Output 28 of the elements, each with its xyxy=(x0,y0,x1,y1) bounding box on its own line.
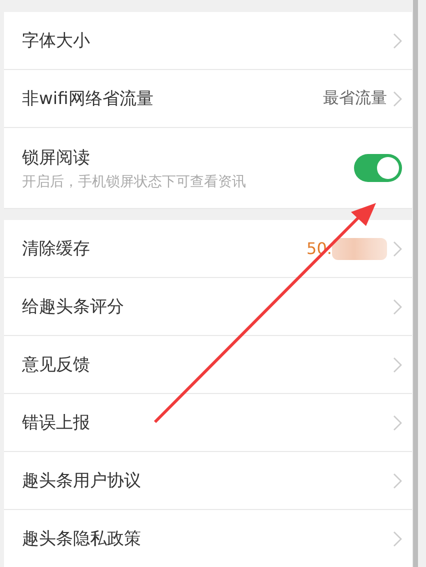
row-label: 趣头条隐私政策 xyxy=(22,528,142,550)
toggle-switch[interactable] xyxy=(354,154,402,182)
settings-row[interactable]: 错误上报 xyxy=(4,394,412,451)
row-label: 字体大小 xyxy=(22,30,91,52)
chevron-right-icon xyxy=(393,414,402,430)
row-label: 非wifi网络省流量 xyxy=(22,88,154,110)
chevron-right-icon xyxy=(393,530,402,546)
settings-row[interactable]: 意见反馈 xyxy=(4,336,412,393)
settings-row[interactable]: 字体大小 xyxy=(4,12,412,69)
chevron-right-icon xyxy=(393,240,402,256)
chevron-right-icon xyxy=(393,298,402,314)
row-label: 给趣头条评分 xyxy=(22,296,125,318)
row-label: 锁屏阅读 xyxy=(22,146,91,168)
settings-row[interactable]: 趣头条用户协议 xyxy=(4,452,412,509)
row-label: 意见反馈 xyxy=(22,354,91,376)
chevron-right-icon xyxy=(393,32,402,48)
settings-row[interactable]: 趣头条隐私政策 xyxy=(4,510,412,567)
row-value: 最省流量 xyxy=(323,88,387,109)
settings-row[interactable]: 给趣头条评分 xyxy=(4,278,412,335)
settings-row[interactable]: 锁屏阅读 开启后，手机锁屏状态下可查看资讯 xyxy=(4,128,412,208)
chevron-right-icon xyxy=(393,90,402,106)
chevron-right-icon xyxy=(393,472,402,488)
row-label: 错误上报 xyxy=(22,412,91,434)
chevron-right-icon xyxy=(393,356,402,372)
row-label: 清除缓存 xyxy=(22,238,91,260)
row-description: 开启后，手机锁屏状态下可查看资讯 xyxy=(22,172,247,190)
settings-row[interactable]: 非wifi网络省流量 最省流量 xyxy=(4,70,412,127)
row-label: 趣头条用户协议 xyxy=(22,470,142,492)
